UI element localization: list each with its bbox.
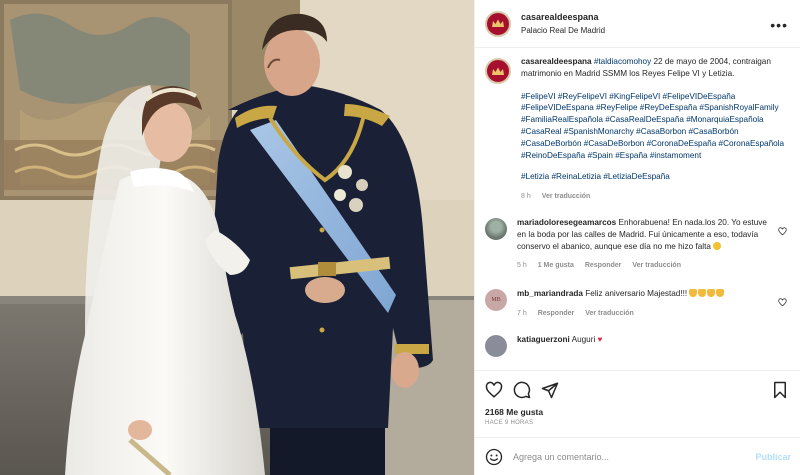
comments-list[interactable]: casarealdeespana #taldiacomohoy 22 de ma…: [475, 48, 800, 370]
comment-input[interactable]: [513, 451, 756, 462]
comment-item: katiaguerzoni Auguri ♥: [485, 334, 791, 357]
caption-avatar[interactable]: [485, 58, 511, 84]
crown-icon: [492, 19, 504, 27]
post-date: HACE 9 HORAS: [485, 420, 534, 426]
clapping-emoji-icon: [689, 289, 698, 298]
clapping-emoji-icon: [716, 289, 725, 298]
comment-text: Auguri: [569, 334, 598, 344]
caption-item: casarealdeespana #taldiacomohoy 22 de ma…: [485, 56, 791, 203]
likes-count[interactable]: 2168 Me gusta: [485, 407, 789, 417]
like-heart-icon[interactable]: [485, 381, 503, 399]
heart-emoji-icon: ♥: [597, 334, 603, 344]
smile-emoji-icon: [713, 241, 722, 250]
post-details-panel: casarealdeespana Palacio Real De Madrid …: [474, 0, 800, 475]
reply-link[interactable]: Responder: [538, 310, 575, 317]
share-send-icon[interactable]: [541, 381, 559, 399]
caption-username[interactable]: casarealdeespana: [521, 57, 592, 66]
commenter-avatar[interactable]: [485, 334, 507, 357]
publish-button[interactable]: Publicar: [755, 452, 791, 462]
post-actions: 2168 Me gusta HACE 9 HORAS: [475, 370, 800, 428]
bookmark-icon[interactable]: [771, 381, 789, 399]
comment-text: Feliz aniversario Majestad!!!: [582, 289, 690, 299]
comment-item: MB mb_mariandrada Feliz aniversario Maje…: [485, 288, 791, 320]
caption-time: 8 h: [521, 193, 531, 201]
comment-item: mariadoloresegeamarcos Enhorabuena! En n…: [485, 217, 791, 272]
clapping-emoji-icon: [698, 289, 707, 298]
translate-link[interactable]: Ver traducción: [632, 262, 681, 269]
wedding-photo-image: [0, 0, 474, 475]
like-comment-heart-icon[interactable]: [778, 227, 787, 236]
caption-hashtags[interactable]: #FelipeVI #ReyFelipeVI #KingFelipeVI #Fe…: [521, 91, 791, 162]
comment-likes-link[interactable]: 1 Me gusta: [538, 262, 574, 269]
translate-link[interactable]: Ver traducción: [585, 310, 634, 317]
caption-translate-link[interactable]: Ver traducción: [542, 193, 591, 200]
post-photo[interactable]: [0, 0, 474, 475]
account-avatar[interactable]: [485, 10, 511, 37]
commenter-avatar[interactable]: [485, 217, 507, 240]
emoji-picker-icon[interactable]: [485, 448, 503, 466]
like-comment-heart-icon[interactable]: [778, 298, 787, 307]
crown-icon: [492, 67, 504, 75]
commenter-avatar[interactable]: MB: [485, 289, 507, 312]
post-username[interactable]: casarealdeespana: [521, 11, 605, 24]
caption-hashtags-secondary[interactable]: #Letizia #ReinaLetizia #LetiziaDeEspaña: [521, 171, 791, 183]
more-options-icon[interactable]: •••: [770, 17, 788, 33]
caption-lead-hashtag[interactable]: #taldiacomohoy: [594, 57, 651, 66]
post-location[interactable]: Palacio Real De Madrid: [521, 24, 605, 37]
post-header: casarealdeespana Palacio Real De Madrid …: [475, 0, 800, 48]
reply-link[interactable]: Responder: [585, 262, 622, 269]
comment-time: 7 h: [517, 309, 527, 317]
comment-bubble-icon[interactable]: [513, 381, 531, 399]
comment-username[interactable]: katiaguerzoni: [517, 335, 570, 344]
add-comment-bar: Publicar: [475, 437, 800, 475]
comment-username[interactable]: mariadoloresegeamarcos: [517, 218, 616, 227]
comment-username[interactable]: mb_mariandrada: [517, 289, 583, 298]
clapping-emoji-icon: [707, 289, 716, 298]
comment-time: 5 h: [517, 262, 527, 270]
